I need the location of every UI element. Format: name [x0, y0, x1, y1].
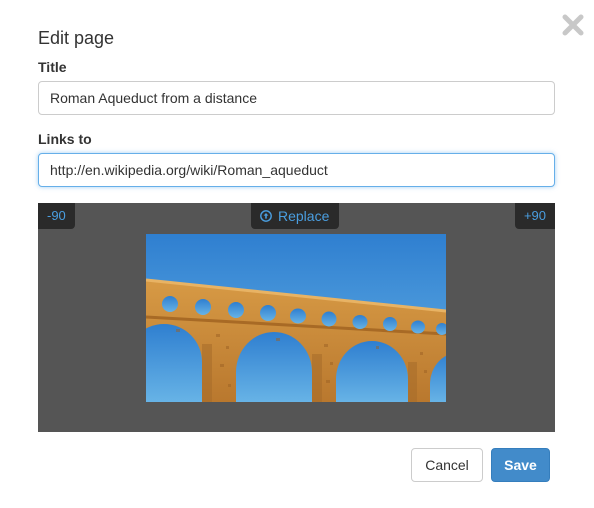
title-label: Title: [38, 59, 67, 75]
upload-icon: [260, 210, 272, 222]
save-button[interactable]: Save: [491, 448, 550, 482]
replace-label: Replace: [278, 208, 330, 224]
links-to-label: Links to: [38, 131, 92, 147]
cancel-button[interactable]: Cancel: [411, 448, 483, 482]
links-to-input[interactable]: [38, 153, 555, 187]
image-editor-panel: -90 Replace +90: [38, 203, 555, 432]
replace-button[interactable]: Replace: [251, 203, 340, 229]
dialog-title: Edit page: [38, 28, 115, 48]
rotate-left-button[interactable]: -90: [38, 203, 75, 229]
title-input[interactable]: [38, 81, 555, 115]
rotate-right-button[interactable]: +90: [514, 203, 555, 229]
edit-page-dialog: Edit page Title Links to -90 Replace +90: [0, 0, 594, 508]
aqueduct-photo: [146, 234, 446, 402]
close-icon[interactable]: [560, 12, 586, 38]
